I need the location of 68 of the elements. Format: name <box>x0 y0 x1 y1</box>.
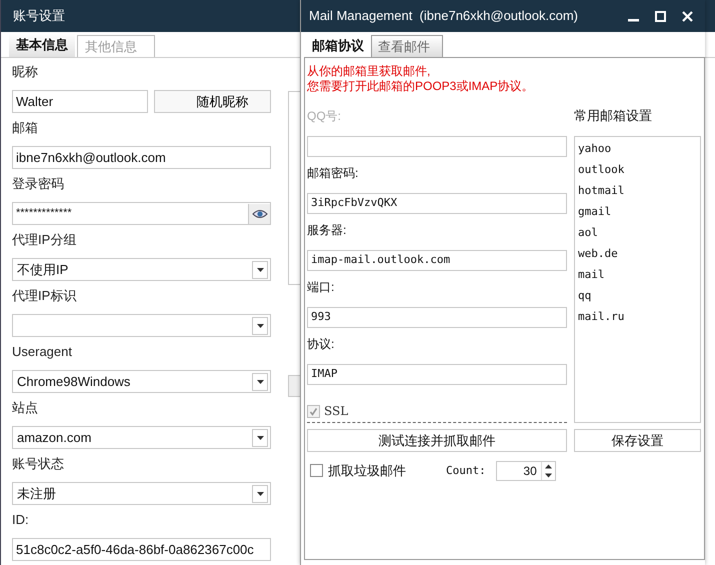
field-label: Useragent <box>12 343 72 361</box>
text-field[interactable]: Walter <box>12 90 148 113</box>
save-settings-button[interactable]: 保存设置 <box>574 429 701 452</box>
text-field[interactable]: ibne7n6xkh@outlook.com <box>12 146 271 169</box>
count-label: Count: <box>446 462 486 478</box>
text-field[interactable]: imap-mail.outlook.com <box>307 250 567 271</box>
field-label: 昵称 <box>12 63 38 81</box>
eye-icon <box>252 208 268 218</box>
window-title: 账号设置 <box>13 7 65 26</box>
field-label: ID: <box>12 511 29 529</box>
dropdown-field[interactable]: Chrome98Windows <box>12 370 271 393</box>
test-connection-button[interactable]: 测试连接并抓取邮件 <box>307 429 567 452</box>
caret-icon <box>256 436 264 440</box>
field-label: 站点 <box>12 399 38 417</box>
field-label: 账号状态 <box>12 455 64 473</box>
field-label: 协议: <box>307 336 334 353</box>
presets-title: 常用邮箱设置 <box>574 107 652 125</box>
count-spinner[interactable]: 30 <box>496 460 556 481</box>
random-name-button[interactable]: 随机昵称 <box>154 90 271 113</box>
notice-text: 从你的邮箱里获取邮件, <box>307 64 430 79</box>
preset-item[interactable]: outlook <box>578 159 624 180</box>
password-field[interactable]: ************* <box>12 202 271 225</box>
tab[interactable]: 基本信息 <box>9 33 75 57</box>
field-label: QQ号: <box>307 108 342 125</box>
preset-item[interactable]: gmail <box>578 201 612 222</box>
field-label: 登录密码 <box>12 175 64 193</box>
tab[interactable]: 查看邮件 <box>371 35 443 57</box>
window-title: Mail Management (ibne7n6xkh@outlook.com) <box>309 7 578 26</box>
input-field[interactable] <box>288 375 300 397</box>
dropdown-button[interactable] <box>252 428 268 446</box>
checkbox-label: SSL <box>324 403 348 420</box>
dropdown-field[interactable] <box>12 314 271 337</box>
text-field[interactable] <box>307 136 567 157</box>
caret-icon <box>256 268 264 272</box>
field-label: 代理IP分组 <box>12 231 76 249</box>
text-field[interactable]: 3iRpcFbVzvQKX <box>307 193 567 214</box>
preset-item[interactable]: hotmail <box>578 180 624 201</box>
notice-text: 您需要打开此邮箱的POOP3或IMAP协议。 <box>307 79 534 94</box>
checkbox-label: 抓取垃圾邮件 <box>328 462 406 480</box>
caret-icon <box>256 324 264 328</box>
caret-icon <box>256 492 264 496</box>
field-label: 代理IP标识 <box>12 287 76 305</box>
show-password-button[interactable] <box>248 204 270 224</box>
field-label: 端口: <box>307 279 334 296</box>
field-label: 服务器: <box>307 222 346 239</box>
caret-icon <box>256 380 264 384</box>
dropdown-field[interactable]: amazon.com <box>12 426 271 449</box>
junk-checkbox[interactable] <box>310 464 323 478</box>
preset-item[interactable]: yahoo <box>578 138 612 159</box>
dropdown-button[interactable] <box>252 484 268 502</box>
text-field[interactable]: IMAP <box>307 364 567 385</box>
field-label: 邮箱密码: <box>307 165 358 182</box>
preset-item[interactable]: web.de <box>578 243 618 264</box>
text-field[interactable]: 993 <box>307 307 567 328</box>
maximize-icon[interactable] <box>655 10 666 22</box>
preset-item[interactable]: mail <box>578 264 604 285</box>
field-label: 邮箱 <box>12 119 38 137</box>
dropdown-button[interactable] <box>252 316 268 334</box>
dropdown-button[interactable] <box>252 372 268 390</box>
close-icon[interactable] <box>682 10 693 22</box>
text-field[interactable]: 51c8c0c2-a5f0-46da-86bf-0a862367c00c <box>12 538 271 561</box>
dropdown-field[interactable]: 不使用IP <box>12 258 271 281</box>
preset-item[interactable]: mail.ru <box>578 306 624 327</box>
dropdown-field[interactable]: 未注册 <box>12 482 271 505</box>
dropdown-button[interactable] <box>252 260 268 278</box>
preset-item[interactable]: aol <box>578 222 598 243</box>
check-icon <box>309 406 318 416</box>
preset-item[interactable]: qq <box>578 285 592 306</box>
